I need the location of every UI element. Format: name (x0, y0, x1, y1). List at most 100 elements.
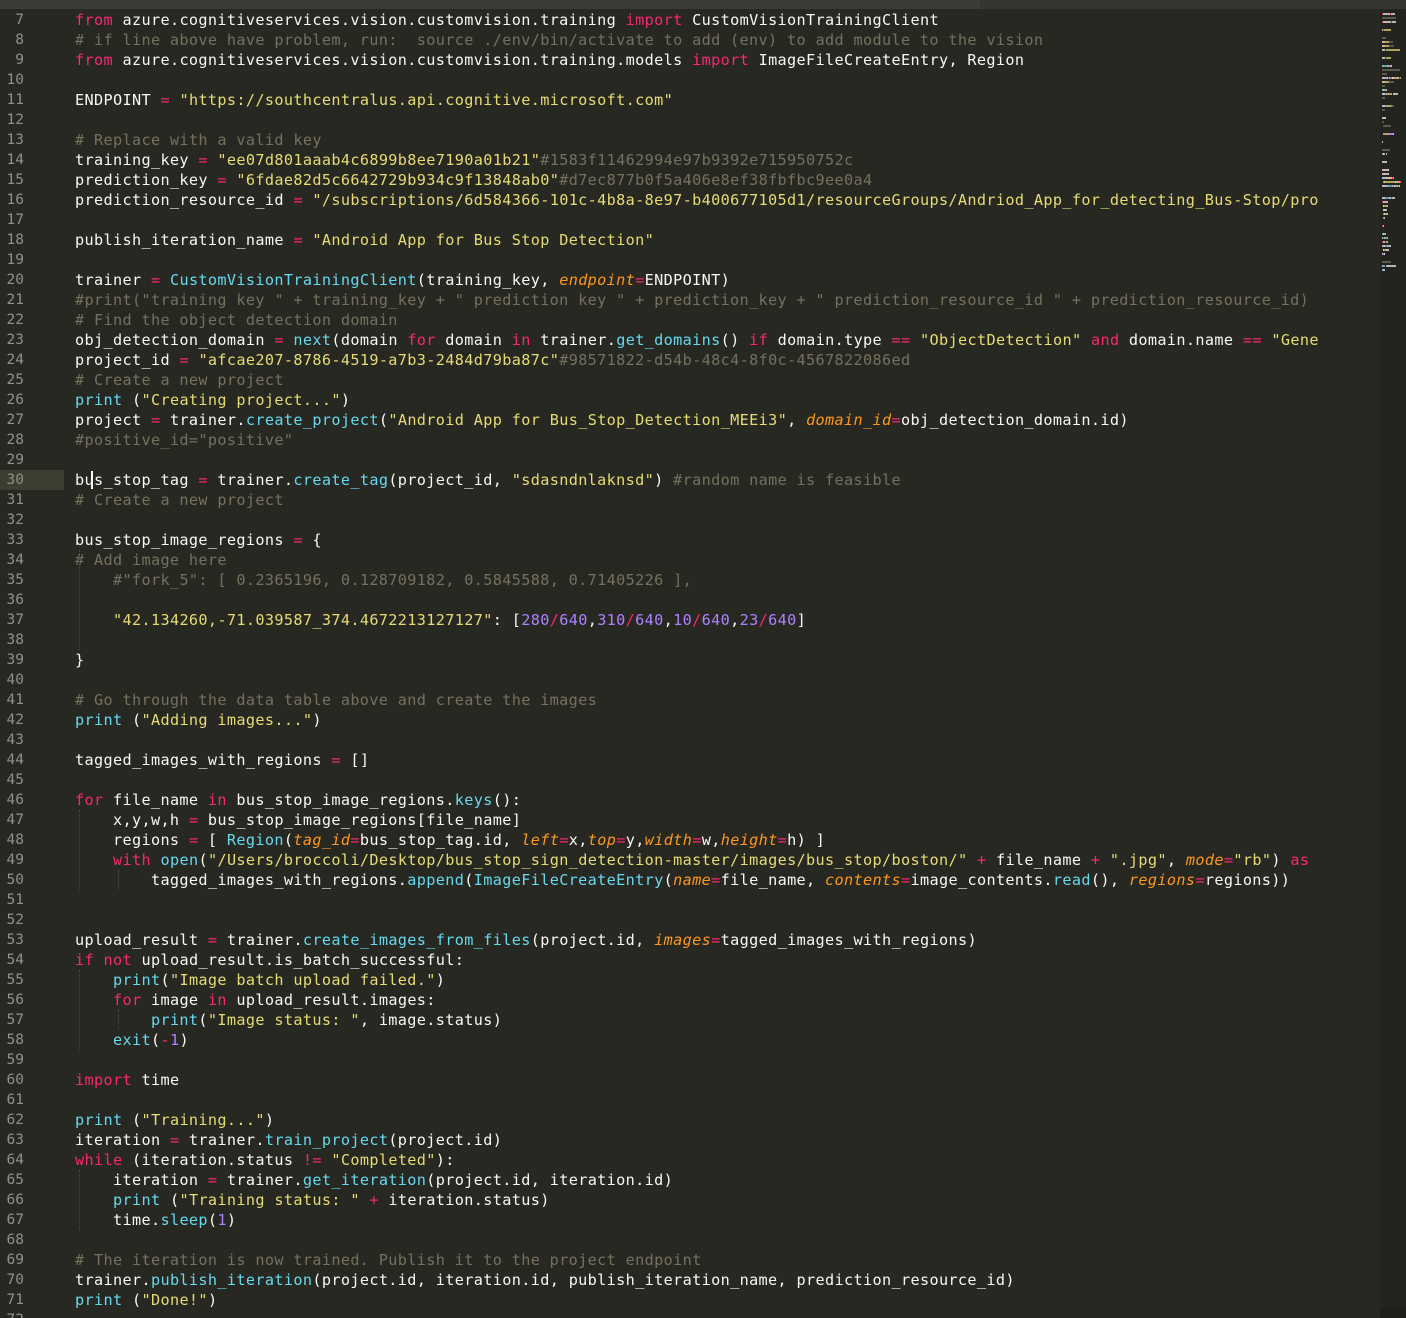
code-line[interactable]: 15 prediction_key = "6fdae82d5c6642729b93… (0, 170, 1380, 190)
code-line[interactable]: 19 (0, 250, 1380, 270)
code-line[interactable]: 52 (0, 910, 1380, 930)
code-line[interactable]: 23 obj_detection_domain = next(domain for… (0, 330, 1380, 350)
code-token: domain (435, 331, 512, 349)
code-line[interactable]: 49 with open("/Users/broccoli/Desktop/bu… (0, 850, 1380, 870)
code-line[interactable]: 62 print ("Training...") (0, 1110, 1380, 1130)
code-line[interactable]: 71 print ("Done!") (0, 1290, 1380, 1310)
code-line[interactable]: 72 (0, 1310, 1380, 1318)
code-line[interactable]: 42 print ("Adding images...") (0, 710, 1380, 730)
code-line[interactable]: 38 (0, 630, 1380, 650)
code-text: iteration = trainer.train_project(projec… (75, 1130, 502, 1150)
code-line[interactable]: 35 #"fork_5": [ 0.2365196, 0.128709182, … (0, 570, 1380, 590)
code-line[interactable]: 31 # Create a new project (0, 490, 1380, 510)
code-line[interactable]: 34 # Add image here (0, 550, 1380, 570)
code-line[interactable]: 63 iteration = trainer.train_project(proj… (0, 1130, 1380, 1150)
code-token: "sdasndnlaknsd" (511, 471, 655, 489)
code-line[interactable]: 27 project = trainer.create_project("Andr… (0, 410, 1380, 430)
code-line[interactable]: 13 # Replace with a valid key (0, 130, 1380, 150)
code-line[interactable]: 51 (0, 890, 1380, 910)
code-token: = (198, 151, 208, 169)
code-line[interactable]: 36 (0, 590, 1380, 610)
code-line[interactable]: 41 # Go through the data table above and … (0, 690, 1380, 710)
code-line[interactable]: 17 (0, 210, 1380, 230)
code-line[interactable]: 8 # if line above have problem, run: sour… (0, 30, 1380, 50)
code-line[interactable]: 10 (0, 70, 1380, 90)
code-editor[interactable]: 7 from azure.cognitiveservices.vision.cus… (0, 9, 1380, 1318)
scrollbar[interactable] (1380, 1308, 1406, 1318)
code-line[interactable]: 60 import time (0, 1070, 1380, 1090)
code-line[interactable]: 45 (0, 770, 1380, 790)
code-line[interactable]: 54 if not upload_result.is_batch_successf… (0, 950, 1380, 970)
code-line[interactable]: 12 (0, 110, 1380, 130)
code-line[interactable]: 66 print ("Training status: " + iteratio… (0, 1190, 1380, 1210)
code-line[interactable]: 48 regions = [ Region(tag_id=bus_stop_ta… (0, 830, 1380, 850)
minimap-token (1384, 233, 1386, 235)
code-token: #1583f11462994e97b9392e715950752c (540, 151, 854, 169)
code-text: prediction_resource_id = "/subscriptions… (75, 190, 1319, 210)
code-line[interactable]: 26 print ("Creating project...") (0, 390, 1380, 410)
code-line[interactable]: 47 x,y,w,h = bus_stop_image_regions[file… (0, 810, 1380, 830)
code-line[interactable]: 22 # Find the object detection domain (0, 310, 1380, 330)
code-line[interactable]: 14 training_key = "ee07d801aaab4c6899b8ee… (0, 150, 1380, 170)
code-line[interactable]: 29 (0, 450, 1380, 470)
code-line[interactable]: 56 for image in upload_result.images: (0, 990, 1380, 1010)
code-line[interactable]: 68 (0, 1230, 1380, 1250)
code-line[interactable]: 58 exit(-1) (0, 1030, 1380, 1050)
code-token: "afcae207-8786-4519-a7b3-2484d79ba87c" (198, 351, 560, 369)
code-line[interactable]: 9 from azure.cognitiveservices.vision.cus… (0, 50, 1380, 70)
code-line[interactable]: 43 (0, 730, 1380, 750)
line-number: 48 (6, 832, 24, 848)
code-token: trainer. (160, 411, 246, 429)
code-line[interactable]: 65 iteration = trainer.get_iteration(pro… (0, 1170, 1380, 1190)
code-token: # Replace with a valid key (75, 131, 322, 149)
code-line[interactable]: 20 trainer = CustomVisionTrainingClient(t… (0, 270, 1380, 290)
code-line[interactable]: 57 print("Image status: ", image.status) (0, 1010, 1380, 1030)
code-line[interactable]: 64 while (iteration.status != "Completed"… (0, 1150, 1380, 1170)
code-line[interactable]: 46 for file_name in bus_stop_image_region… (0, 790, 1380, 810)
code-line[interactable]: 70 trainer.publish_iteration(project.id, … (0, 1270, 1380, 1290)
code-line[interactable]: 55 print("Image batch upload failed.") (0, 970, 1380, 990)
code-line[interactable]: 67 time.sleep(1) (0, 1210, 1380, 1230)
code-line[interactable]: 24 project_id = "afcae207-8786-4519-a7b3-… (0, 350, 1380, 370)
minimap[interactable] (1380, 9, 1406, 1318)
code-line[interactable]: 33 bus_stop_image_regions = { (0, 530, 1380, 550)
code-line[interactable]: 61 (0, 1090, 1380, 1110)
code-token: get_domains (616, 331, 721, 349)
minimap-token (1388, 41, 1394, 43)
code-token: ( (160, 1191, 180, 1209)
code-token: "Image batch upload failed." (169, 971, 436, 989)
code-token: { (302, 531, 322, 549)
code-token: endpoint (559, 271, 636, 289)
code-token: # Add image here (75, 551, 227, 569)
minimap-token (1383, 217, 1385, 219)
code-line[interactable]: 21 #print("training key " + training_key … (0, 290, 1380, 310)
minimap-token (1390, 13, 1395, 15)
code-text: while (iteration.status != "Completed"): (75, 1150, 455, 1170)
code-line[interactable]: 40 (0, 670, 1380, 690)
code-line[interactable]: 44 tagged_images_with_regions = [] (0, 750, 1380, 770)
code-line[interactable]: 59 (0, 1050, 1380, 1070)
code-line[interactable]: 37 "42.134260,-71.039587_374.46722131271… (0, 610, 1380, 630)
code-line[interactable]: 50 tagged_images_with_regions.append(Ima… (0, 870, 1380, 890)
code-line[interactable]: 11 ENDPOINT = "https://southcentralus.api… (0, 90, 1380, 110)
code-token: print (75, 1291, 123, 1309)
code-line[interactable]: 69 # The iteration is now trained. Publis… (0, 1250, 1380, 1270)
minimap-token (1383, 29, 1391, 31)
code-line[interactable]: 30 bus_stop_tag = trainer.create_tag(proj… (0, 470, 1380, 490)
code-line[interactable]: 7 from azure.cognitiveservices.vision.cus… (0, 10, 1380, 30)
code-line[interactable]: 39} (0, 650, 1380, 670)
code-line[interactable]: 16 prediction_resource_id = "/subscriptio… (0, 190, 1380, 210)
code-token: publish_iteration (150, 1271, 313, 1289)
code-line[interactable]: 18 publish_iteration_name = "Android App … (0, 230, 1380, 250)
code-line[interactable]: 53 upload_result = trainer.create_images_… (0, 930, 1380, 950)
code-token: "Done!" (141, 1291, 208, 1309)
code-token: bus_stop_image_regions (75, 531, 294, 549)
code-line[interactable]: 32 (0, 510, 1380, 530)
code-line[interactable]: 28 #positive_id="positive" (0, 430, 1380, 450)
active-tab[interactable] (0, 0, 980, 9)
line-number: 14 (6, 152, 24, 168)
code-line[interactable]: 25 # Create a new project (0, 370, 1380, 390)
